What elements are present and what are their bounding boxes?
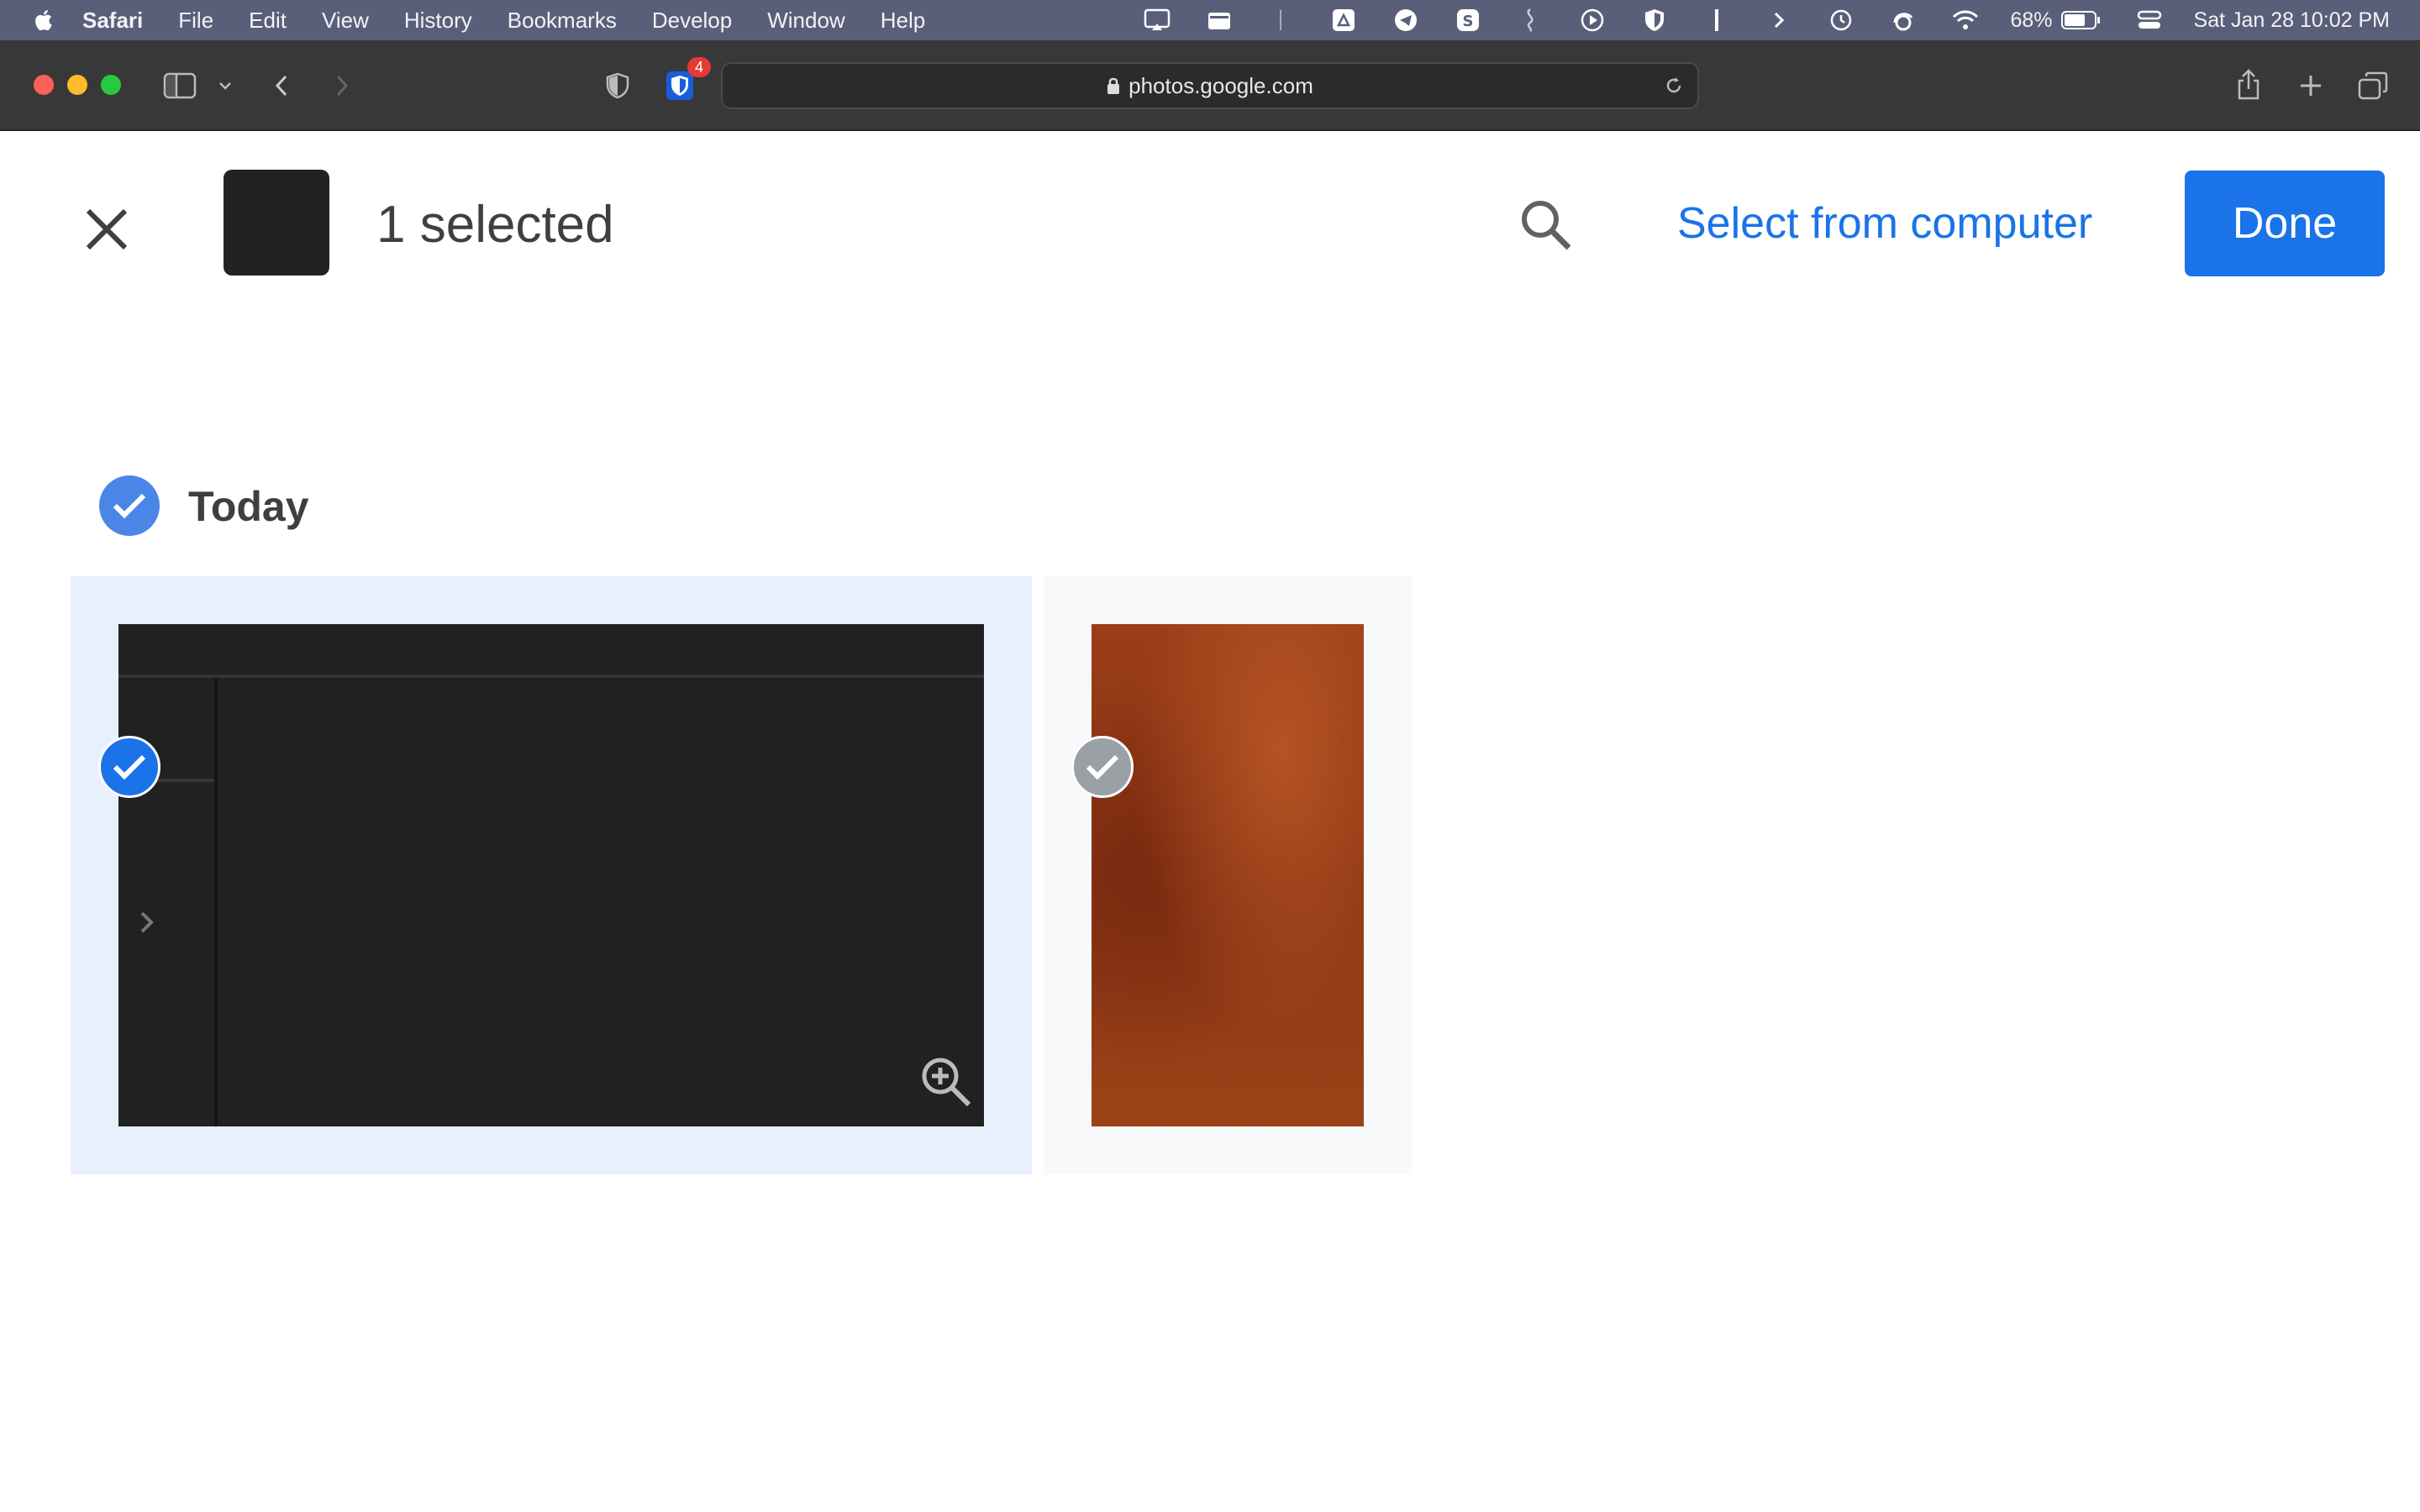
address-bar[interactable]: photos.google.com	[721, 62, 1699, 109]
done-button-label: Done	[2232, 199, 2338, 248]
photo-select-checkbox[interactable]	[1071, 736, 1134, 798]
browser-toolbar: 4 photos.google.com	[0, 40, 2420, 131]
svg-text:S: S	[1463, 13, 1474, 30]
chevron-right-icon	[140, 911, 154, 933]
photo-select-checkbox-checked[interactable]	[98, 736, 160, 798]
divider-icon	[1267, 6, 1296, 34]
selected-thumbnail-preview	[224, 170, 329, 276]
close-picker-button[interactable]	[76, 198, 138, 260]
select-all-today-checkbox[interactable]	[99, 475, 160, 536]
extension-badge: 4	[687, 57, 711, 77]
new-tab-icon[interactable]	[2294, 69, 2328, 102]
photo-picker-page: 1 selected Select from computer Done Tod…	[0, 131, 2420, 1512]
menu-window[interactable]: Window	[767, 8, 844, 34]
photo-thumbnail	[1092, 624, 1364, 1126]
menu-help[interactable]: Help	[881, 8, 925, 34]
menu-bookmarks[interactable]: Bookmarks	[508, 8, 617, 34]
back-icon[interactable]	[267, 69, 296, 102]
photo-tile[interactable]	[1044, 576, 1412, 1174]
check-icon	[113, 493, 146, 519]
url-text: photos.google.com	[1128, 72, 1313, 98]
menu-develop[interactable]: Develop	[652, 8, 732, 34]
script-icon[interactable]	[1516, 6, 1544, 34]
sync-icon[interactable]	[1889, 6, 1918, 34]
menu-clock[interactable]: Sat Jan 28 10:02 PM	[2194, 8, 2390, 33]
menu-history[interactable]: History	[404, 8, 472, 34]
menu-bar: Safari File Edit View History Bookmarks …	[0, 0, 2420, 40]
chevron-down-icon[interactable]	[215, 74, 235, 97]
window-close-button[interactable]	[34, 75, 54, 95]
menu-app-safari[interactable]: Safari	[82, 8, 143, 34]
selected-count: 1 selected	[376, 196, 614, 254]
photo-tile-selected[interactable]	[71, 576, 1032, 1174]
battery-icon[interactable]	[2060, 6, 2102, 34]
clapper-icon[interactable]	[1205, 6, 1234, 34]
zoom-in-icon[interactable]	[918, 1054, 974, 1110]
screen-mirror-icon[interactable]	[1143, 6, 1171, 34]
forward-icon[interactable]	[328, 69, 356, 102]
check-icon	[1086, 754, 1119, 780]
close-icon	[86, 208, 128, 250]
reload-icon[interactable]	[1662, 74, 1686, 97]
screenshot-divider	[118, 675, 984, 678]
control-center-icon[interactable]	[2135, 6, 2164, 34]
menu-file[interactable]: File	[178, 8, 213, 34]
apple-icon[interactable]	[32, 8, 57, 33]
select-from-computer-link[interactable]: Select from computer	[1677, 198, 2092, 249]
cursor-bar-icon[interactable]	[1702, 6, 1731, 34]
privacy-shield-icon[interactable]	[603, 67, 632, 104]
window-minimize-button[interactable]	[67, 75, 87, 95]
chevron-right-icon[interactable]	[1765, 6, 1793, 34]
play-circle-icon[interactable]	[1578, 6, 1607, 34]
menu-bar-status-area: S 68% Sat Jan 28 10:02 PM	[1109, 0, 2390, 40]
wifi-icon[interactable]	[1951, 6, 1980, 34]
tab-overview-icon[interactable]	[2354, 67, 2391, 104]
shield-icon[interactable]	[1640, 6, 1669, 34]
share-icon[interactable]	[2232, 66, 2265, 104]
check-icon	[113, 754, 146, 780]
window-zoom-button[interactable]	[101, 75, 121, 95]
search-button[interactable]	[1512, 192, 1580, 259]
time-machine-icon[interactable]	[1827, 6, 1855, 34]
section-date-heading: Today	[188, 483, 309, 530]
photo-thumbnail	[118, 624, 984, 1126]
battery-percent: 68%	[2010, 8, 2053, 32]
menu-edit[interactable]: Edit	[249, 8, 287, 34]
menu-view[interactable]: View	[322, 8, 369, 34]
search-icon	[1522, 201, 1571, 250]
screenshot-divider	[214, 678, 218, 1126]
lock-icon	[1107, 77, 1120, 94]
done-button[interactable]: Done	[2185, 171, 2385, 276]
skype-icon[interactable]: S	[1454, 6, 1482, 34]
telegram-icon[interactable]	[1392, 6, 1420, 34]
sidebar-toggle-icon[interactable]	[161, 69, 198, 102]
drive-icon[interactable]	[1329, 6, 1358, 34]
